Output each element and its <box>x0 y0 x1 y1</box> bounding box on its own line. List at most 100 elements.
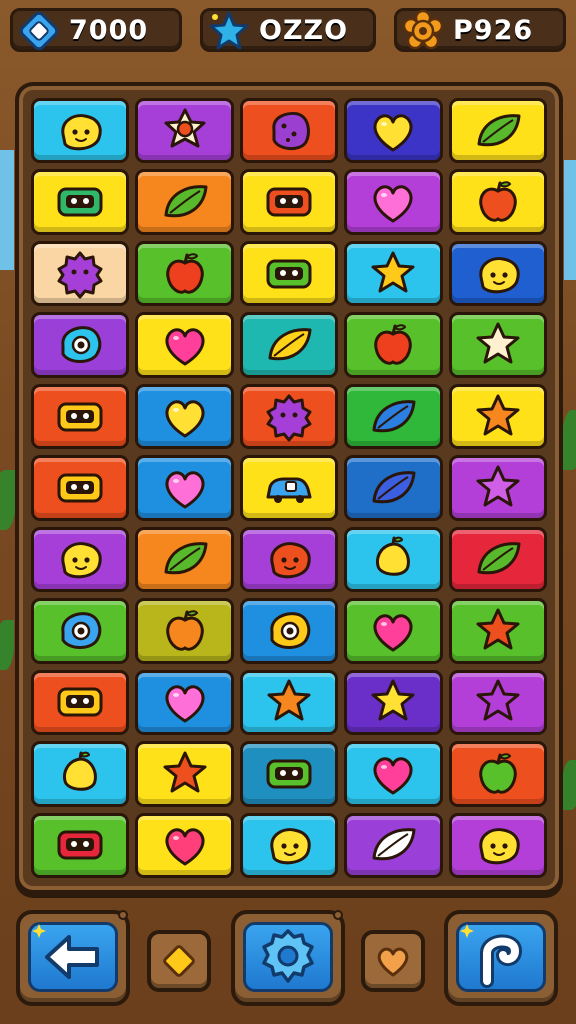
tile-r6-c1[interactable] <box>31 455 130 521</box>
sparkle-icon <box>32 924 46 938</box>
robot-icon <box>57 687 103 717</box>
tile-r10-c1[interactable] <box>31 741 130 807</box>
diamond-count: 7000 <box>69 14 149 46</box>
tile-r3-c4[interactable] <box>344 240 443 307</box>
tile-r9-c2[interactable] <box>135 669 234 736</box>
leaf-icon <box>268 328 312 361</box>
car-icon <box>266 477 312 503</box>
tile-r9-c1[interactable] <box>31 669 130 736</box>
heart-button[interactable] <box>361 930 425 992</box>
blob-icon <box>479 828 520 865</box>
star-icon <box>476 465 520 507</box>
blob-icon <box>61 113 102 150</box>
star-icon <box>476 679 520 721</box>
tile-r10-c5[interactable] <box>448 741 547 807</box>
leaf-icon <box>164 185 208 218</box>
tile-r6-c4[interactable] <box>344 455 443 521</box>
tile-r8-c3[interactable] <box>239 598 339 664</box>
tile-r8-c1[interactable] <box>31 598 130 664</box>
ring-icon <box>270 612 311 649</box>
tile-r4-c4[interactable] <box>344 312 443 378</box>
tile-r6-c3[interactable] <box>239 455 339 521</box>
star-count: OZZO <box>259 14 349 46</box>
ring-icon <box>61 612 102 649</box>
tile-r9-c3[interactable] <box>239 669 339 736</box>
robot-icon <box>57 473 103 503</box>
tile-r1-c3[interactable] <box>239 98 339 164</box>
tile-r7-c2[interactable] <box>135 526 234 593</box>
heart-icon <box>377 947 409 977</box>
diamond-button[interactable] <box>147 930 211 992</box>
tile-r7-c4[interactable] <box>344 526 443 593</box>
tile-r8-c2[interactable] <box>135 598 234 664</box>
gear-icon <box>266 394 312 442</box>
tile-r5-c5[interactable] <box>448 383 547 450</box>
blob-icon <box>479 256 520 293</box>
tile-r2-c5[interactable] <box>448 169 547 235</box>
tile-r6-c5[interactable] <box>448 455 547 521</box>
tile-r2-c1[interactable] <box>31 169 130 235</box>
sky-right <box>564 160 576 280</box>
tile-r10-c3[interactable] <box>239 741 339 807</box>
tile-r11-c1[interactable] <box>31 812 130 878</box>
diamond-counter: 7000 <box>10 8 182 52</box>
tile-r11-c3[interactable] <box>239 812 339 878</box>
tile-r6-c2[interactable] <box>135 455 234 521</box>
tile-r9-c5[interactable] <box>448 669 547 736</box>
tile-r3-c3[interactable] <box>239 240 339 307</box>
tile-r5-c3[interactable] <box>239 383 339 450</box>
settings-button[interactable] <box>231 910 345 1006</box>
tile-r8-c4[interactable] <box>344 598 443 664</box>
heart-icon <box>165 399 204 438</box>
robot-icon <box>57 187 103 217</box>
tile-r2-c2[interactable] <box>135 169 234 235</box>
apple-icon <box>374 324 413 365</box>
star-icon <box>205 7 253 55</box>
tile-r5-c1[interactable] <box>31 383 130 450</box>
blob-icon <box>270 542 311 579</box>
arrow-left-icon <box>45 935 99 979</box>
tile-r4-c3[interactable] <box>239 312 339 378</box>
flower-icon <box>164 108 206 148</box>
tile-r1-c2[interactable] <box>135 98 234 164</box>
tile-r4-c2[interactable] <box>135 312 234 378</box>
tile-r5-c2[interactable] <box>135 383 234 450</box>
back-button[interactable] <box>16 910 130 1006</box>
tile-r10-c4[interactable] <box>344 741 443 807</box>
tile-r3-c5[interactable] <box>448 240 547 307</box>
tile-r7-c1[interactable] <box>31 526 130 593</box>
coin-count: P926 <box>453 14 534 46</box>
leaf-icon <box>477 113 521 146</box>
sky-left <box>0 150 14 270</box>
tile-r1-c5[interactable] <box>448 98 547 164</box>
gear-icon <box>57 251 103 299</box>
tile-r4-c5[interactable] <box>448 312 547 378</box>
diamond-icon <box>15 7 63 55</box>
tile-r11-c4[interactable] <box>344 812 443 878</box>
tile-r1-c1[interactable] <box>31 98 130 164</box>
tile-r7-c5[interactable] <box>448 526 547 593</box>
tile-r4-c1[interactable] <box>31 312 130 378</box>
leaf-icon <box>372 399 416 432</box>
star-icon <box>371 251 415 293</box>
tile-r3-c1[interactable] <box>31 240 130 307</box>
game-board <box>15 82 563 894</box>
tile-r5-c4[interactable] <box>344 383 443 450</box>
star-icon <box>371 679 415 721</box>
blob-icon <box>61 542 102 579</box>
cookie-icon <box>272 111 310 150</box>
hook-button[interactable] <box>444 910 558 1006</box>
tile-r2-c3[interactable] <box>239 169 339 235</box>
tile-r11-c2[interactable] <box>135 812 234 878</box>
tile-r2-c4[interactable] <box>344 169 443 235</box>
tile-r10-c2[interactable] <box>135 741 234 807</box>
ring-icon <box>61 326 102 364</box>
tile-r7-c3[interactable] <box>239 526 339 593</box>
tile-r8-c5[interactable] <box>448 598 547 664</box>
sparkle-icon <box>460 924 474 938</box>
tile-r9-c4[interactable] <box>344 669 443 736</box>
tile-r1-c4[interactable] <box>344 98 443 164</box>
blob-icon <box>270 828 311 865</box>
tile-r11-c5[interactable] <box>448 812 547 878</box>
tile-r3-c2[interactable] <box>135 240 234 307</box>
